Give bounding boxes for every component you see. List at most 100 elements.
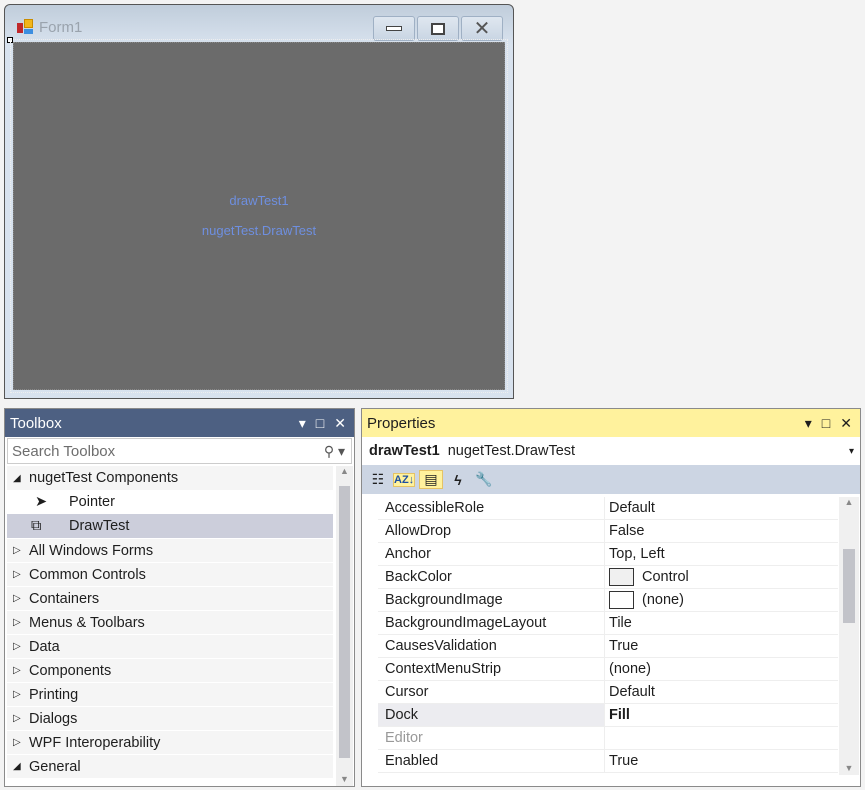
property-name: BackgroundImage bbox=[378, 589, 605, 611]
property-value[interactable]: (none) bbox=[605, 658, 838, 680]
toolbox-scrollbar[interactable]: ▲ ▼ bbox=[336, 466, 353, 786]
color-swatch bbox=[609, 568, 634, 586]
maximize-icon[interactable]: □ bbox=[822, 415, 830, 432]
close-button[interactable]: ✕ bbox=[461, 16, 503, 41]
control-type-label: nugetTest.DrawTest bbox=[201, 223, 317, 238]
properties-scrollbar[interactable]: ▲ ▼ bbox=[839, 497, 859, 775]
property-value-text: Fill bbox=[609, 707, 630, 723]
category-label: General bbox=[29, 758, 81, 775]
search-toolbox-input[interactable]: Search Toolbox ⚲ ▾ bbox=[7, 438, 352, 464]
expand-icon: ▷ bbox=[13, 689, 21, 700]
property-value[interactable]: False bbox=[605, 520, 838, 542]
component-icon: ⧉ bbox=[31, 518, 42, 534]
toolbox-group-nugettest[interactable]: ◢ nugetTest Components bbox=[7, 466, 333, 490]
properties-header: Properties ▾ □ ✕ bbox=[362, 409, 860, 437]
property-row[interactable]: BackgroundImageLayout Tile bbox=[378, 612, 838, 635]
search-icon[interactable]: ⚲ ▾ bbox=[324, 443, 351, 460]
property-value[interactable]: Control bbox=[605, 566, 838, 588]
property-value[interactable]: Default bbox=[605, 681, 838, 703]
scrollbar-thumb[interactable] bbox=[339, 486, 350, 758]
toolbox-category[interactable]: ▷ Containers bbox=[7, 586, 333, 610]
toolbox-item-pointer[interactable]: ➤ Pointer bbox=[7, 490, 333, 514]
properties-title: Properties bbox=[367, 414, 436, 432]
expand-icon: ▷ bbox=[13, 713, 21, 724]
property-row[interactable]: AllowDrop False bbox=[378, 520, 838, 543]
property-name: BackColor bbox=[378, 566, 605, 588]
property-value[interactable]: (none) bbox=[605, 589, 838, 611]
toolbox-category[interactable]: ▷ WPF Interoperability bbox=[7, 730, 333, 754]
close-icon[interactable]: ✕ bbox=[334, 415, 346, 432]
property-value-text: Top, Left bbox=[609, 546, 665, 562]
property-name: Cursor bbox=[378, 681, 605, 703]
dropdown-icon[interactable]: ▾ bbox=[805, 415, 812, 432]
toolbox-category[interactable]: ▷ Menus & Toolbars bbox=[7, 610, 333, 634]
property-value-text: Default bbox=[609, 684, 655, 700]
events-icon[interactable]: ϟ bbox=[447, 472, 469, 488]
property-value[interactable]: Tile bbox=[605, 612, 838, 634]
chevron-down-icon[interactable]: ▾ bbox=[849, 446, 860, 457]
toolbox-category[interactable]: ▷ Components bbox=[7, 658, 333, 682]
group-label: nugetTest Components bbox=[29, 470, 179, 486]
property-value[interactable]: True bbox=[605, 750, 838, 772]
object-name: drawTest1 bbox=[369, 443, 440, 459]
maximize-icon[interactable]: □ bbox=[316, 415, 324, 432]
category-label: Components bbox=[29, 662, 112, 679]
toolbox-category[interactable]: ▷ Dialogs bbox=[7, 706, 333, 730]
toolbox-category[interactable]: ▷ Common Controls bbox=[7, 562, 333, 586]
property-value-text: True bbox=[609, 753, 639, 769]
toolbox-category[interactable]: ▷ Printing bbox=[7, 682, 333, 706]
expand-icon: ▷ bbox=[13, 617, 21, 628]
categorized-icon[interactable]: ☷ bbox=[367, 471, 389, 488]
scrollbar-thumb[interactable] bbox=[843, 549, 855, 623]
close-icon[interactable]: ✕ bbox=[840, 415, 852, 432]
property-name: Enabled bbox=[378, 750, 605, 772]
item-label: Pointer bbox=[69, 494, 115, 510]
category-label: Dialogs bbox=[29, 710, 78, 727]
property-name: CausesValidation bbox=[378, 635, 605, 657]
draw-test-control[interactable]: drawTest1 nugetTest.DrawTest bbox=[10, 39, 508, 393]
property-name: Editor bbox=[378, 727, 605, 749]
property-row[interactable]: BackColor Control bbox=[378, 566, 838, 589]
property-row[interactable]: BackgroundImage (none) bbox=[378, 589, 838, 612]
property-pages-icon[interactable]: 🔧 bbox=[473, 471, 495, 488]
property-value[interactable]: True bbox=[605, 635, 838, 657]
alphabetical-icon[interactable]: AZ↓ bbox=[393, 472, 415, 487]
property-row[interactable]: AccessibleRole Default bbox=[378, 497, 838, 520]
toolbox-title: Toolbox bbox=[10, 414, 62, 432]
expand-icon: ▷ bbox=[13, 737, 21, 748]
property-name: Dock bbox=[378, 704, 605, 726]
property-value[interactable] bbox=[605, 727, 838, 749]
pointer-icon: ➤ bbox=[35, 494, 48, 510]
property-row[interactable]: ContextMenuStrip (none) bbox=[378, 658, 838, 681]
dropdown-icon[interactable]: ▾ bbox=[299, 415, 306, 432]
expand-icon: ▷ bbox=[13, 641, 21, 652]
toolbox-category[interactable]: ▷ Data bbox=[7, 634, 333, 658]
expand-icon: ▷ bbox=[13, 593, 21, 604]
form-title: Form1 bbox=[39, 19, 83, 36]
property-name: AccessibleRole bbox=[378, 497, 605, 519]
maximize-button[interactable] bbox=[417, 16, 459, 41]
minimize-button[interactable] bbox=[373, 16, 415, 41]
properties-icon[interactable]: ▤ bbox=[419, 470, 443, 489]
toolbox-panel: Toolbox ▾ □ ✕ Search Toolbox ⚲ ▾ ◢ nugetTes… bbox=[4, 408, 355, 787]
close-icon: ✕ bbox=[473, 18, 491, 40]
property-row[interactable]: Anchor Top, Left bbox=[378, 543, 838, 566]
property-value-text: Default bbox=[609, 500, 655, 516]
toolbox-category[interactable]: ◢ General bbox=[7, 754, 333, 778]
toolbox-category[interactable]: ▷ All Windows Forms bbox=[7, 538, 333, 562]
form-designer-window: Form1 ✕ drawTest1 nugetTest.DrawTest bbox=[4, 4, 514, 399]
category-label: All Windows Forms bbox=[29, 542, 154, 559]
property-row[interactable]: Enabled True bbox=[378, 750, 838, 773]
property-value[interactable]: Default bbox=[605, 497, 838, 519]
properties-toolbar: ☷ AZ↓ ▤ ϟ 🔧 bbox=[362, 465, 860, 494]
search-placeholder: Search Toolbox bbox=[12, 442, 116, 460]
property-row[interactable]: Editor bbox=[378, 727, 838, 750]
property-row[interactable]: CausesValidation True bbox=[378, 635, 838, 658]
property-value[interactable]: Fill bbox=[605, 704, 838, 726]
property-value[interactable]: Top, Left bbox=[605, 543, 838, 565]
property-row[interactable]: Dock Fill bbox=[378, 704, 838, 727]
object-selector[interactable]: drawTest1 nugetTest.DrawTest ▾ bbox=[362, 437, 860, 465]
toolbox-item-drawtest[interactable]: ⧉ DrawTest bbox=[7, 514, 333, 538]
category-label: Menus & Toolbars bbox=[29, 614, 145, 631]
property-row[interactable]: Cursor Default bbox=[378, 681, 838, 704]
